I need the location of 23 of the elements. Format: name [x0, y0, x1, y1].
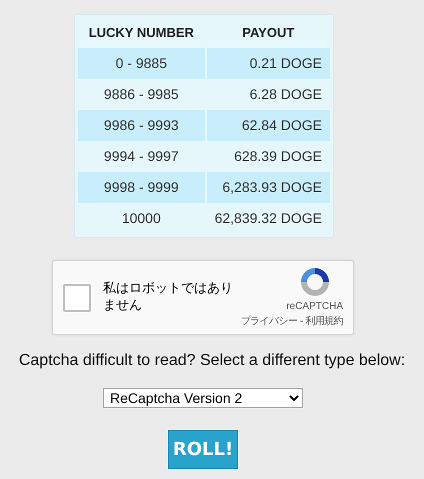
table-cell: 62.84 DOGE: [206, 110, 330, 141]
table-cell-text: 9994 - 9997: [102, 147, 180, 166]
separator-text: -: [298, 316, 304, 327]
table-cell-text: 6.28 DOGE: [248, 85, 323, 104]
table-cell: 9998 - 9999: [78, 172, 205, 203]
table-cell: 9986 - 9993: [78, 110, 205, 141]
recaptcha-logo-icon: [299, 266, 331, 298]
captcha-type-dropdown[interactable]: ReCaptcha Version 2: [103, 388, 303, 408]
table-cell: 0 - 9885: [78, 48, 205, 79]
prompt-text: Captcha difficult to read? Select a different type below:: [18, 351, 406, 371]
table-cell: 6,283.93 DOGE: [206, 172, 330, 203]
table-cell-text: 9886 - 9985: [102, 85, 180, 104]
table-cell-text: 10000: [120, 209, 162, 228]
captcha-label: 私はロボットではありません: [103, 281, 234, 314]
terms-link[interactable]: 利用規約: [305, 316, 343, 327]
brand-text: reCAPTCHA: [286, 300, 343, 314]
table-cell: 0.21 DOGE: [206, 48, 330, 79]
column-header: LUCKY NUMBER: [88, 24, 195, 42]
privacy-link[interactable]: プライバシー: [240, 316, 298, 327]
column-header: PAYOUT: [241, 24, 296, 42]
table-cell-text: 62,839.32 DOGE: [214, 209, 323, 228]
captcha-checkbox[interactable]: [63, 284, 91, 312]
table-cell-text: 628.39 DOGE: [233, 147, 323, 166]
